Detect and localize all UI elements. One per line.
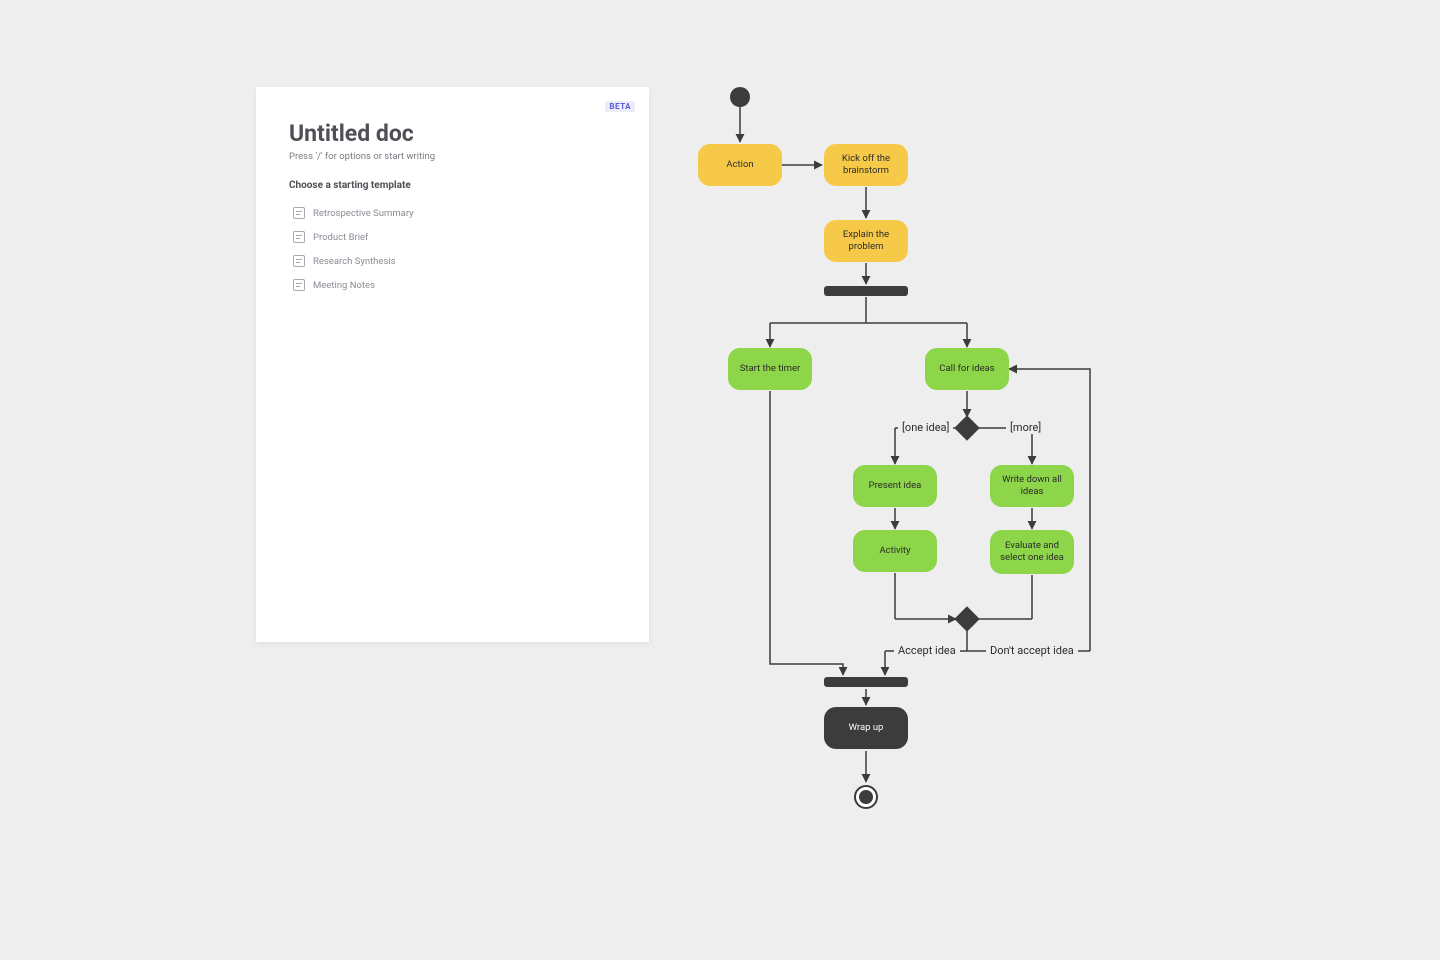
note-icon — [293, 207, 305, 219]
beta-badge: BETA — [605, 101, 635, 112]
note-icon — [293, 231, 305, 243]
template-label: Retrospective Summary — [313, 208, 414, 219]
template-meeting-notes[interactable]: Meeting Notes — [289, 273, 616, 297]
doc-subtitle: Press '/' for options or start writing — [289, 151, 616, 162]
flow-node-writedown[interactable]: Write down all ideas — [990, 465, 1074, 507]
flow-edge-dont-accept: Don't accept idea — [986, 644, 1078, 657]
note-icon — [293, 279, 305, 291]
flow-node-activity[interactable]: Activity — [853, 530, 937, 572]
flow-edges — [680, 75, 1120, 815]
doc-card: BETA Untitled doc Press '/' for options … — [256, 87, 649, 642]
flow-edge-one-idea: [one idea] — [898, 421, 953, 434]
template-research-synthesis[interactable]: Research Synthesis — [289, 249, 616, 273]
flow-node-explain[interactable]: Explain the problem — [824, 220, 908, 262]
flowchart[interactable]: Action Kick off the brainstorm Explain t… — [680, 75, 1120, 815]
note-icon — [293, 255, 305, 267]
template-product-brief[interactable]: Product Brief — [289, 225, 616, 249]
flow-node-kickoff[interactable]: Kick off the brainstorm — [824, 144, 908, 186]
template-label: Meeting Notes — [313, 280, 375, 291]
template-label: Product Brief — [313, 232, 368, 243]
flow-node-start-timer[interactable]: Start the timer — [728, 348, 812, 390]
flow-fork-bar[interactable] — [824, 286, 908, 296]
flow-node-present-idea[interactable]: Present idea — [853, 465, 937, 507]
template-label: Research Synthesis — [313, 256, 396, 267]
template-section-label: Choose a starting template — [289, 180, 616, 191]
flow-node-action[interactable]: Action — [698, 144, 782, 186]
flow-end-node[interactable] — [854, 785, 878, 809]
template-retrospective-summary[interactable]: Retrospective Summary — [289, 201, 616, 225]
flow-edge-accept: Accept idea — [894, 644, 960, 657]
flow-edge-more: [more] — [1006, 421, 1045, 434]
flow-node-wrapup[interactable]: Wrap up — [824, 707, 908, 749]
flow-join-bar[interactable] — [824, 677, 908, 687]
flow-node-evaluate[interactable]: Evaluate and select one idea — [990, 530, 1074, 574]
flow-node-call-ideas[interactable]: Call for ideas — [925, 348, 1009, 390]
doc-title[interactable]: Untitled doc — [289, 120, 616, 147]
flow-start-node[interactable] — [730, 87, 750, 107]
